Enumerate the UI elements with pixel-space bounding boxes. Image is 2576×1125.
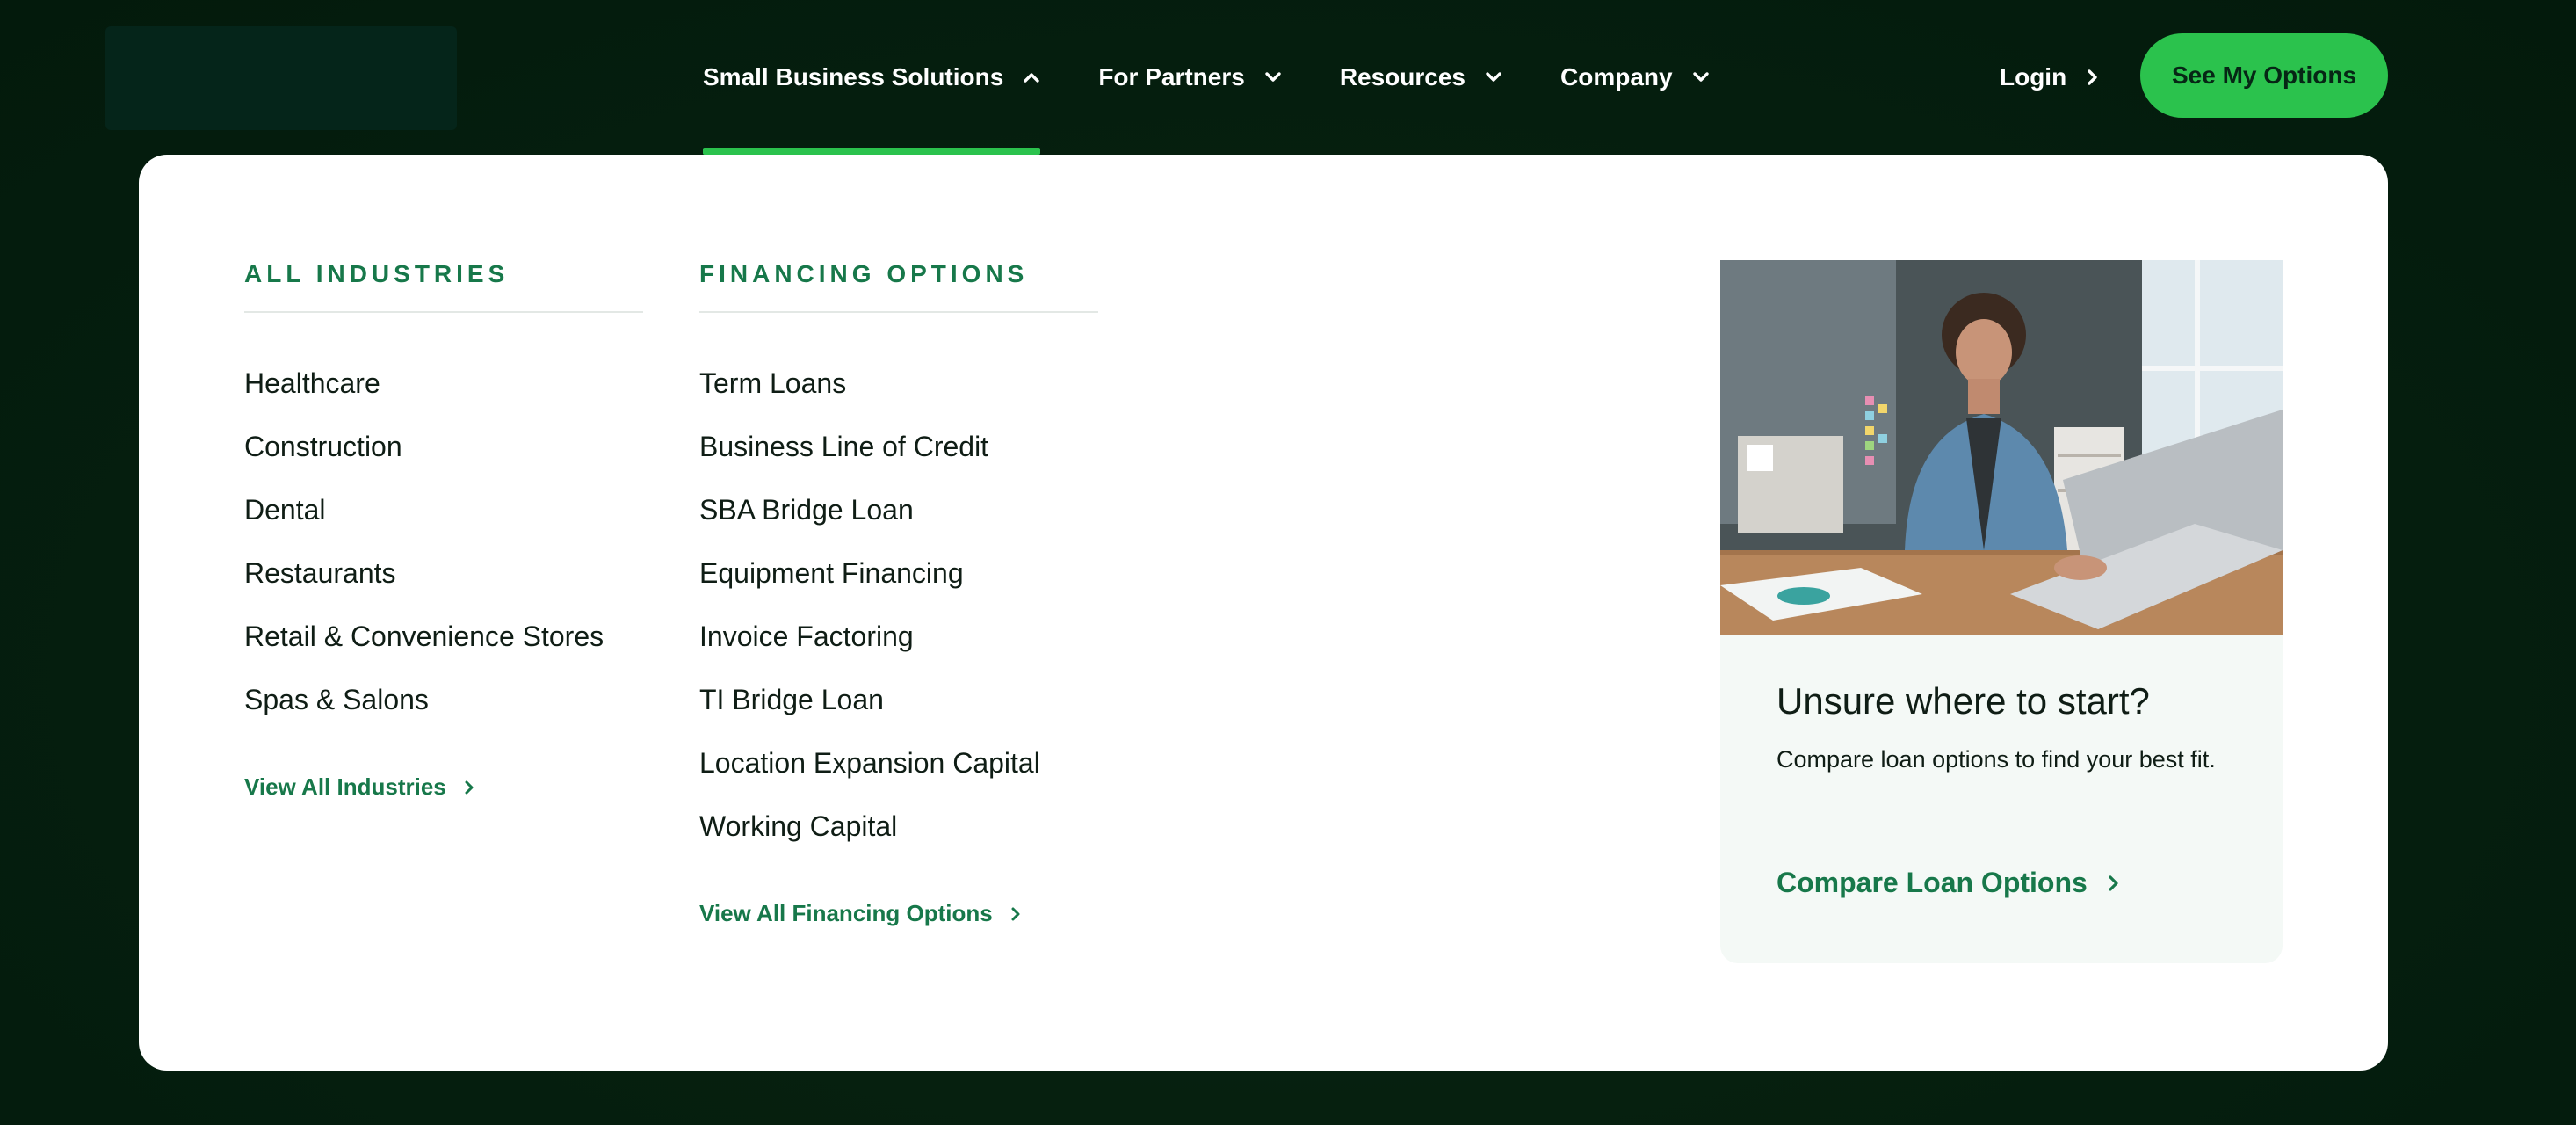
nav-item-for-partners[interactable]: For Partners: [1098, 0, 1282, 155]
top-navigation: Small Business Solutions For Partners Re…: [0, 0, 2576, 155]
industry-link[interactable]: Dental: [244, 478, 643, 541]
nav-item-label: For Partners: [1098, 63, 1245, 91]
industries-list: Healthcare Construction Dental Restauran…: [244, 352, 643, 731]
chevron-down-icon: [1264, 71, 1282, 83]
nav-item-label: Company: [1560, 63, 1673, 91]
financing-list: Term Loans Business Line of Credit SBA B…: [699, 352, 1098, 858]
login-label: Login: [2000, 63, 2067, 91]
view-all-industries-label: View All Industries: [244, 773, 446, 800]
compare-loan-options-link[interactable]: Compare Loan Options: [1776, 867, 2119, 899]
nav-item-small-business-solutions[interactable]: Small Business Solutions: [703, 0, 1041, 155]
chevron-up-icon: [1023, 71, 1040, 83]
financing-link[interactable]: Working Capital: [699, 795, 1098, 858]
financing-link[interactable]: Business Line of Credit: [699, 415, 1098, 478]
compare-loan-options-label: Compare Loan Options: [1776, 867, 2088, 898]
chevron-right-icon: [2107, 874, 2119, 893]
nav-item-label: Small Business Solutions: [703, 63, 1004, 91]
industry-link[interactable]: Retail & Convenience Stores: [244, 605, 643, 668]
promo-photo: [1720, 260, 2283, 635]
industry-link[interactable]: Restaurants: [244, 541, 643, 605]
financing-link[interactable]: Location Expansion Capital: [699, 731, 1098, 795]
nav-item-resources[interactable]: Resources: [1340, 0, 1502, 155]
chevron-right-icon: [2086, 69, 2098, 86]
main-nav: Small Business Solutions For Partners Re…: [703, 0, 1710, 155]
chevron-down-icon: [1692, 71, 1710, 83]
mega-menu-panel: ALL INDUSTRIES Healthcare Construction D…: [139, 155, 2388, 1071]
industries-column: ALL INDUSTRIES Healthcare Construction D…: [244, 260, 643, 801]
nav-item-company[interactable]: Company: [1560, 0, 1710, 155]
industry-link[interactable]: Healthcare: [244, 352, 643, 415]
promo-description: Compare loan options to find your best f…: [1776, 746, 2216, 773]
industry-link[interactable]: Spas & Salons: [244, 668, 643, 731]
chevron-down-icon: [1485, 71, 1502, 83]
financing-column: FINANCING OPTIONS Term Loans Business Li…: [699, 260, 1098, 927]
login-link[interactable]: Login: [2000, 42, 2098, 112]
promo-card: Unsure where to start? Compare loan opti…: [1720, 260, 2283, 963]
view-all-financing-label: View All Financing Options: [699, 900, 993, 926]
promo-title: Unsure where to start?: [1776, 680, 2150, 722]
nav-item-label: Resources: [1339, 63, 1465, 91]
chevron-right-icon: [464, 780, 474, 795]
financing-link[interactable]: Equipment Financing: [699, 541, 1098, 605]
financing-heading: FINANCING OPTIONS: [699, 260, 1098, 313]
view-all-financing-link[interactable]: View All Financing Options: [699, 900, 1021, 927]
view-all-industries-link[interactable]: View All Industries: [244, 773, 474, 801]
see-my-options-button[interactable]: See My Options: [2140, 33, 2388, 118]
logo[interactable]: [105, 26, 457, 130]
chevron-right-icon: [1010, 906, 1021, 922]
financing-link[interactable]: SBA Bridge Loan: [699, 478, 1098, 541]
financing-link[interactable]: Invoice Factoring: [699, 605, 1098, 668]
financing-link[interactable]: Term Loans: [699, 352, 1098, 415]
industry-link[interactable]: Construction: [244, 415, 643, 478]
financing-link[interactable]: TI Bridge Loan: [699, 668, 1098, 731]
industries-heading: ALL INDUSTRIES: [244, 260, 643, 313]
